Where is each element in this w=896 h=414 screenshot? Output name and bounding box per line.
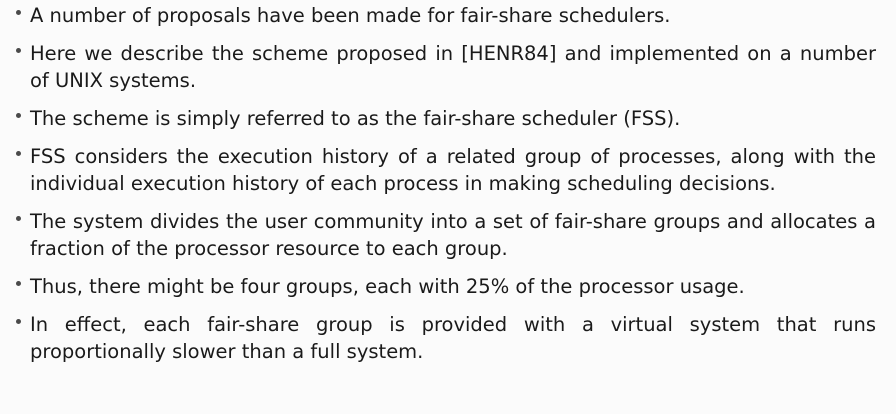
bullet-text: FSS considers the execution history of a… xyxy=(30,145,876,195)
bullet-dot-icon xyxy=(16,319,21,324)
bullet-dot-icon xyxy=(16,151,21,156)
bullet-item: The scheme is simply referred to as the … xyxy=(14,105,876,132)
bullet-text: Thus, there might be four groups, each w… xyxy=(30,275,745,298)
bullet-text: The scheme is simply referred to as the … xyxy=(30,107,681,130)
bullet-dot-icon xyxy=(16,216,21,221)
bullet-text: Here we describe the scheme proposed in … xyxy=(30,42,876,92)
bullet-dot-icon xyxy=(16,281,21,286)
bullet-text: The system divides the user community in… xyxy=(30,210,876,260)
bullet-item: FSS considers the execution history of a… xyxy=(14,143,876,197)
bullet-dot-icon xyxy=(16,10,21,15)
slide: A number of proposals have been made for… xyxy=(0,0,896,414)
bullet-item: The system divides the user community in… xyxy=(14,208,876,262)
bullet-list: A number of proposals have been made for… xyxy=(14,2,876,376)
bullet-dot-icon xyxy=(16,48,21,53)
bullet-text: A number of proposals have been made for… xyxy=(30,4,671,27)
bullet-item: In effect, each fair-share group is prov… xyxy=(14,311,876,365)
bullet-dot-icon xyxy=(16,113,21,118)
bullet-item: A number of proposals have been made for… xyxy=(14,2,876,29)
bullet-text: In effect, each fair-share group is prov… xyxy=(30,313,876,363)
bullet-item: Thus, there might be four groups, each w… xyxy=(14,273,876,300)
bullet-item: Here we describe the scheme proposed in … xyxy=(14,40,876,94)
